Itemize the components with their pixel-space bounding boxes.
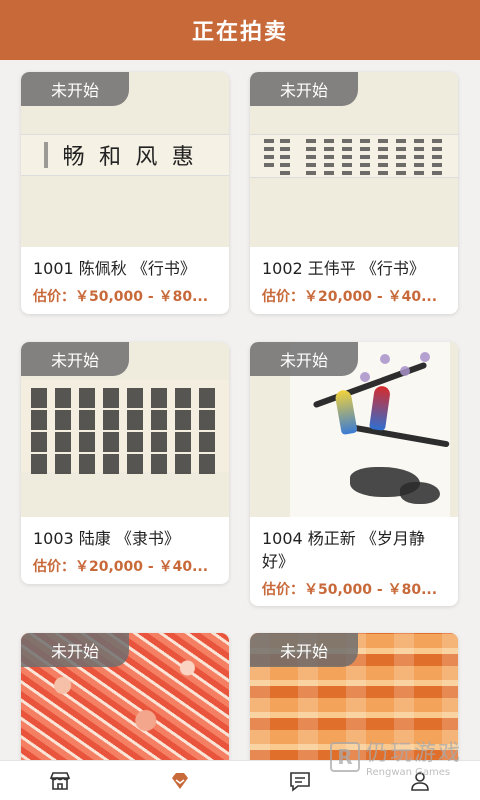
parrot-red — [369, 385, 391, 431]
lot-image-red-abstract[interactable]: 未开始 — [21, 633, 229, 760]
calligraphy-column — [264, 139, 274, 167]
calligraphy-column — [280, 139, 290, 175]
calligraphy-scroll — [250, 134, 458, 178]
message-icon — [290, 771, 310, 792]
lot-price: 估价：￥20,000 - ￥40... — [262, 289, 438, 305]
calligraphy-char: 和 — [98, 145, 121, 170]
lot-name: 1004 杨正新 《岁月静好》 — [262, 529, 425, 571]
script-row — [31, 454, 219, 474]
lot-card[interactable]: 未开始 1004 杨正新 《岁月静好》 估价：￥50,000 - ￥80... — [250, 342, 458, 606]
calligraphy-column — [432, 139, 442, 175]
calligraphy-char: 惠 — [171, 145, 194, 170]
tab-auction[interactable] — [120, 761, 240, 800]
tab-shop[interactable] — [0, 761, 120, 800]
lot-price: 估价：￥50,000 - ￥80... — [262, 582, 438, 598]
watermark-brand: 仍玩游戏 — [365, 741, 462, 766]
status-badge: 未开始 — [21, 342, 129, 376]
script-row — [31, 410, 219, 430]
parrot-blue — [334, 388, 358, 436]
lot-name: 1002 王伟平 《行书》 — [262, 259, 425, 278]
calligraphy-column — [306, 139, 316, 175]
lot-image-parrot-painting[interactable]: 未开始 — [250, 342, 458, 517]
lot-name: 1003 陆康 《隶书》 — [33, 529, 180, 548]
clerical-script-artwork — [21, 380, 229, 474]
calligraphy-char: 风 — [135, 145, 158, 170]
lot-card[interactable]: 未开始 1003 陆康 《隶书》 估价：￥20,000 - ￥40... — [21, 342, 229, 584]
calligraphy-column — [378, 139, 388, 175]
calligraphy-column — [414, 139, 424, 175]
blossom — [400, 366, 410, 376]
lot-price: 估价：￥20,000 - ￥40... — [33, 559, 209, 575]
top-header: 正在拍卖 — [0, 0, 480, 60]
lot-image-clerical-script[interactable]: 未开始 — [21, 342, 229, 517]
status-badge: 未开始 — [250, 633, 358, 667]
calligraphy-column — [396, 139, 406, 175]
ink-rock — [400, 482, 440, 504]
auction-grid[interactable]: 未开始 畅 和 风 惠 1001 陈佩秋 《行书》 估价：￥50,000 - ￥… — [0, 60, 480, 760]
lot-card[interactable]: 未开始 — [21, 633, 229, 760]
watermark-sub: Rengwan Games — [365, 767, 451, 778]
lot-name: 1001 陈佩秋 《行书》 — [33, 259, 196, 278]
status-badge: 未开始 — [21, 633, 129, 667]
blossom — [420, 352, 430, 362]
watermark-logo-icon: R — [329, 741, 360, 772]
shop-icon — [49, 771, 71, 790]
watermark: R 仍玩游戏 Rengwan Games — [329, 735, 462, 778]
status-badge: 未开始 — [250, 72, 358, 106]
lot-card[interactable]: 未开始 畅 和 风 惠 1001 陈佩秋 《行书》 估价：￥50,000 - ￥… — [21, 72, 229, 314]
calligraphy-column — [360, 139, 370, 175]
script-row — [31, 388, 219, 408]
status-badge: 未开始 — [21, 72, 129, 106]
seal-mark — [44, 142, 49, 168]
calligraphy-char: 畅 — [62, 145, 85, 170]
blossom — [360, 372, 370, 382]
blossom — [380, 354, 390, 364]
lot-price: 估价：￥50,000 - ￥80... — [33, 289, 209, 305]
lot-image-calligraphy[interactable]: 未开始 — [250, 72, 458, 247]
calligraphy-column — [324, 139, 334, 175]
calligraphy-column — [342, 139, 352, 175]
lot-card[interactable]: 未开始 1002 王伟平 《行书》 估价：￥20,000 - ￥40... — [250, 72, 458, 314]
status-badge: 未开始 — [250, 342, 358, 376]
lot-image-calligraphy[interactable]: 未开始 畅 和 风 惠 — [21, 72, 229, 247]
script-row — [31, 432, 219, 452]
page-title: 正在拍卖 — [191, 20, 288, 45]
auction-gem-icon — [172, 772, 188, 789]
calligraphy-scroll: 畅 和 风 惠 — [21, 134, 229, 176]
